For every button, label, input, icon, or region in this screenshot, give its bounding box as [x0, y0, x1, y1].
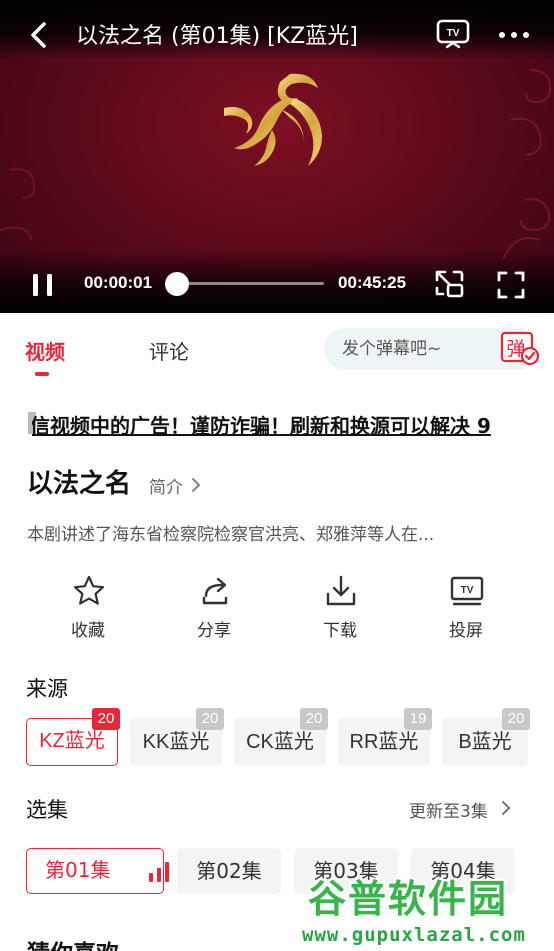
recommend-title: 猜你喜欢	[27, 934, 119, 951]
source-chip-kk[interactable]: KK蓝光 20	[130, 708, 224, 766]
tab-video[interactable]: 视频	[25, 336, 65, 365]
episode-count-badge: 20	[196, 708, 224, 730]
episodes-label: 选集	[26, 798, 68, 822]
tab-comments[interactable]: 评论	[149, 336, 189, 365]
star-icon	[73, 575, 105, 605]
source-chip-kz[interactable]: KZ蓝光 20	[26, 708, 120, 766]
episode-count-badge: 20	[502, 708, 530, 730]
episode-name: 第02集	[196, 859, 262, 883]
cast-label: 投屏	[449, 621, 483, 641]
now-playing-bars-icon	[149, 862, 169, 882]
source-chip-b[interactable]: B蓝光 20	[442, 708, 530, 766]
cloud-ornament-left	[0, 168, 36, 241]
cast-button[interactable]: TV 投屏	[426, 574, 506, 644]
rotate-screen-icon[interactable]	[434, 268, 466, 300]
video-player[interactable]: 以法之名 (第01集) [KZ蓝光] TV 00:00:01 00:45:25	[0, 0, 554, 313]
site-watermark: 谷普软件园 www.gupuxlazal.com	[300, 864, 554, 951]
back-arrow-icon[interactable]	[26, 20, 52, 50]
source-name: KZ蓝光	[39, 730, 105, 752]
progress-thumb[interactable]	[165, 272, 189, 296]
source-label: 来源	[26, 677, 68, 701]
total-time: 00:45:25	[338, 273, 407, 292]
episode-count-badge: 19	[404, 708, 432, 730]
danmu-send-icon[interactable]: 弹	[500, 331, 540, 367]
cast-tv-icon: TV	[450, 576, 484, 606]
more-options-icon[interactable]	[496, 22, 532, 48]
show-title: 以法之名	[27, 469, 132, 499]
episode-count-badge: 20	[92, 708, 120, 730]
tab-active-indicator	[35, 372, 49, 376]
download-button[interactable]: 下载	[300, 574, 380, 644]
share-button[interactable]: 分享	[174, 574, 254, 644]
chevron-right-icon[interactable]	[190, 477, 202, 493]
notice-marquee: 信视频中的广告！谨防诈骗！刷新和换源可以解决 9	[32, 408, 522, 438]
chevron-right-icon[interactable]	[500, 800, 512, 816]
update-status-link[interactable]: 更新至3集	[409, 797, 488, 822]
synopsis-text[interactable]: 本剧讲述了海东省检察院检察官洪亮、郑雅萍等人在...	[27, 520, 434, 545]
pause-icon[interactable]	[30, 272, 56, 298]
episode-name: 第01集	[45, 858, 111, 882]
source-name: RR蓝光	[349, 731, 419, 753]
episode-count-badge: 20	[300, 708, 328, 730]
download-icon	[326, 575, 356, 606]
source-name: CK蓝光	[246, 731, 314, 753]
favorite-label: 收藏	[71, 621, 105, 641]
progress-bar[interactable]	[176, 282, 324, 285]
cloud-ornament-right	[502, 69, 552, 260]
source-name: KK蓝光	[142, 731, 210, 753]
fullscreen-icon[interactable]	[496, 270, 526, 300]
svg-text:TV: TV	[447, 28, 460, 39]
watermark-url: www.gupuxlazal.com	[302, 924, 526, 946]
source-name: B蓝光	[458, 731, 512, 753]
golden-phoenix-logo	[224, 73, 322, 166]
share-label: 分享	[197, 621, 231, 641]
watermark-name: 谷普软件园	[308, 877, 509, 921]
notice-text: 信视频中的广告！谨防诈骗！刷新和换源可以解决 9	[32, 414, 491, 438]
source-chip-ck[interactable]: CK蓝光 20	[234, 708, 328, 766]
favorite-button[interactable]: 收藏	[48, 574, 128, 644]
intro-link[interactable]: 简介	[149, 473, 183, 498]
download-label: 下载	[323, 621, 357, 641]
current-time: 00:00:01	[84, 273, 153, 292]
episode-chip-01[interactable]: 第01集	[26, 848, 169, 894]
source-chip-rr[interactable]: RR蓝光 19	[338, 708, 432, 766]
video-title: 以法之名 (第01集) [KZ蓝光]	[76, 24, 358, 49]
episode-chip-02[interactable]: 第02集	[177, 848, 281, 894]
tv-cast-icon[interactable]: TV	[436, 18, 470, 50]
danmu-input[interactable]: 发个弹幕吧~	[324, 328, 524, 370]
share-icon	[202, 577, 228, 605]
svg-text:TV: TV	[461, 585, 474, 596]
